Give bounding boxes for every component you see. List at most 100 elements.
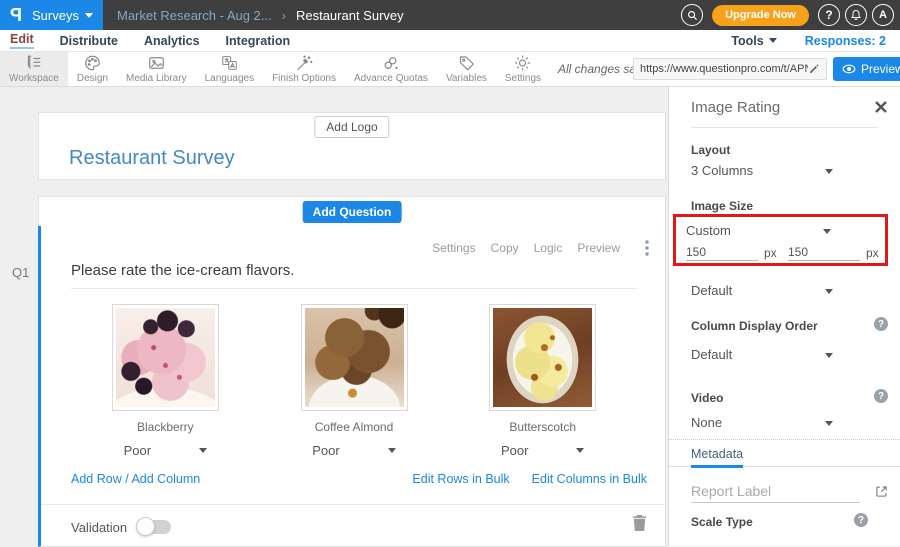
question-preview-link[interactable]: Preview (577, 241, 620, 255)
image-height-input[interactable] (788, 244, 860, 261)
video-label: Video (691, 391, 723, 405)
column-display-order-label: Column Display Order (691, 319, 818, 333)
edit-columns-in-bulk-link[interactable]: Edit Columns in Bulk (532, 472, 647, 486)
preview-label: Preview (861, 62, 900, 76)
toolbar-item-label: Variables (446, 73, 487, 84)
divider (691, 127, 878, 128)
chevron-down-icon (388, 448, 396, 453)
toolbar-item-finish-options[interactable]: Finish Options (263, 52, 345, 86)
toolbar-item-label: Finish Options (272, 73, 336, 84)
topbar: P Surveys Market Research - Aug 2... › R… (0, 0, 900, 30)
video-select[interactable]: None (691, 415, 878, 433)
scale-type-label: Scale Type (691, 515, 753, 529)
add-row-column-link[interactable]: Add Row / Add Column (71, 472, 200, 486)
image-width-input[interactable] (686, 244, 758, 261)
edit-rows-in-bulk-link[interactable]: Edit Rows in Bulk (412, 472, 509, 486)
column-label[interactable]: Coffee Almond (315, 420, 394, 434)
search-button[interactable] (681, 4, 703, 26)
toolbar-item-label: Workspace (9, 73, 59, 84)
tab-integration[interactable]: Integration (226, 34, 291, 48)
help-icon[interactable]: ? (874, 317, 888, 331)
rating-value: Poor (312, 443, 339, 458)
upgrade-now-button[interactable]: Upgrade Now (712, 5, 809, 26)
width-unit: px (764, 246, 777, 260)
breadcrumb-folder[interactable]: Market Research - Aug 2... (117, 8, 272, 23)
image-icon (147, 54, 166, 72)
divider (41, 504, 665, 505)
toolbar-item-label: Languages (205, 73, 255, 84)
rating-dropdown[interactable]: Poor (124, 443, 207, 458)
add-logo-button[interactable]: Add Logo (314, 116, 389, 138)
tab-edit[interactable]: Edit (10, 32, 34, 49)
question-text[interactable]: Please rate the ice-cream flavors. (71, 262, 294, 279)
toolbar-item-media-library[interactable]: Media Library (117, 52, 196, 86)
avatar[interactable]: A (872, 4, 894, 26)
survey-title[interactable]: Restaurant Survey (69, 147, 235, 170)
tab-distribute[interactable]: Distribute (60, 34, 118, 48)
help-icon[interactable]: ? (874, 389, 888, 403)
flavor-image-coffee-almond[interactable] (301, 304, 408, 411)
kebab-menu-icon[interactable] (645, 240, 649, 256)
question-mark-icon: ? (825, 8, 832, 22)
column-label[interactable]: Blackberry (137, 420, 194, 434)
pencil-icon[interactable] (808, 63, 820, 75)
notifications-button[interactable] (845, 4, 867, 26)
translate-icon (220, 54, 239, 72)
toolbar-item-label: Media Library (126, 73, 187, 84)
preview-button[interactable]: Preview (833, 57, 900, 81)
rating-dropdown[interactable]: Poor (312, 443, 395, 458)
survey-url-input[interactable] (634, 63, 808, 75)
bell-icon (850, 9, 862, 21)
help-icon[interactable]: ? (854, 513, 868, 527)
rating-column: Butterscotch Poor (448, 304, 637, 458)
toolbar-item-languages[interactable]: Languages (196, 52, 264, 86)
report-label-input[interactable] (691, 479, 860, 503)
toolbar-item-variables[interactable]: Variables (437, 52, 496, 86)
help-button[interactable]: ? (818, 4, 840, 26)
external-link-icon (875, 485, 888, 498)
layout-select[interactable]: 3 Columns (691, 163, 878, 181)
butterscotch-ice-cream-image (493, 308, 592, 407)
responses-link[interactable]: Responses: 2 (805, 34, 886, 48)
delete-question-button[interactable] (632, 514, 647, 531)
expand-report-label-button[interactable] (875, 485, 888, 498)
question-copy-link[interactable]: Copy (491, 241, 519, 255)
rating-column: Coffee Almond Poor (260, 304, 449, 458)
survey-url-field (633, 58, 827, 80)
breadcrumb: Market Research - Aug 2... › Restaurant … (103, 0, 404, 30)
rating-dropdown[interactable]: Poor (501, 443, 584, 458)
toolbar-item-settings[interactable]: Settings (496, 52, 550, 86)
surveys-menu[interactable]: P Surveys (0, 0, 103, 30)
toolbar-item-workspace[interactable]: Workspace (0, 52, 68, 86)
links-icon (381, 54, 400, 72)
editor-toolbar: Workspace Design Media Library Languages… (0, 52, 900, 87)
panel-title: Image Rating (691, 99, 780, 116)
flavor-image-blackberry[interactable] (112, 304, 219, 411)
flavor-image-butterscotch[interactable] (489, 304, 596, 411)
topbar-actions: Upgrade Now ? A (681, 0, 900, 30)
image-size-inputs: px px (676, 244, 885, 264)
question-card: Settings Copy Logic Preview Please rate … (38, 226, 666, 547)
module-nav: Edit Distribute Analytics Integration To… (0, 30, 900, 52)
height-unit: px (866, 246, 879, 260)
tab-metadata[interactable]: Metadata (691, 447, 743, 468)
image-size-select[interactable]: Custom (686, 223, 877, 238)
divider (71, 288, 637, 289)
tools-menu[interactable]: Tools (731, 34, 776, 48)
column-label[interactable]: Butterscotch (509, 420, 576, 434)
tab-analytics[interactable]: Analytics (144, 34, 200, 48)
upgrade-now-label: Upgrade Now (725, 9, 796, 21)
column-display-order-select[interactable]: Default (691, 347, 878, 365)
rating-value: Poor (124, 443, 151, 458)
rating-column: Blackberry Poor (71, 304, 260, 458)
question-settings-link[interactable]: Settings (432, 241, 475, 255)
add-question-button[interactable]: Add Question (303, 201, 402, 223)
close-panel-button[interactable] (875, 101, 887, 113)
validation-toggle[interactable] (137, 520, 171, 534)
toolbar-item-design[interactable]: Design (68, 52, 117, 86)
tag-icon (457, 54, 476, 72)
breadcrumb-separator: › (282, 8, 286, 23)
toolbar-item-advance-quotas[interactable]: Advance Quotas (345, 52, 437, 86)
question-logic-link[interactable]: Logic (534, 241, 563, 255)
style-select[interactable]: Default (691, 283, 878, 301)
